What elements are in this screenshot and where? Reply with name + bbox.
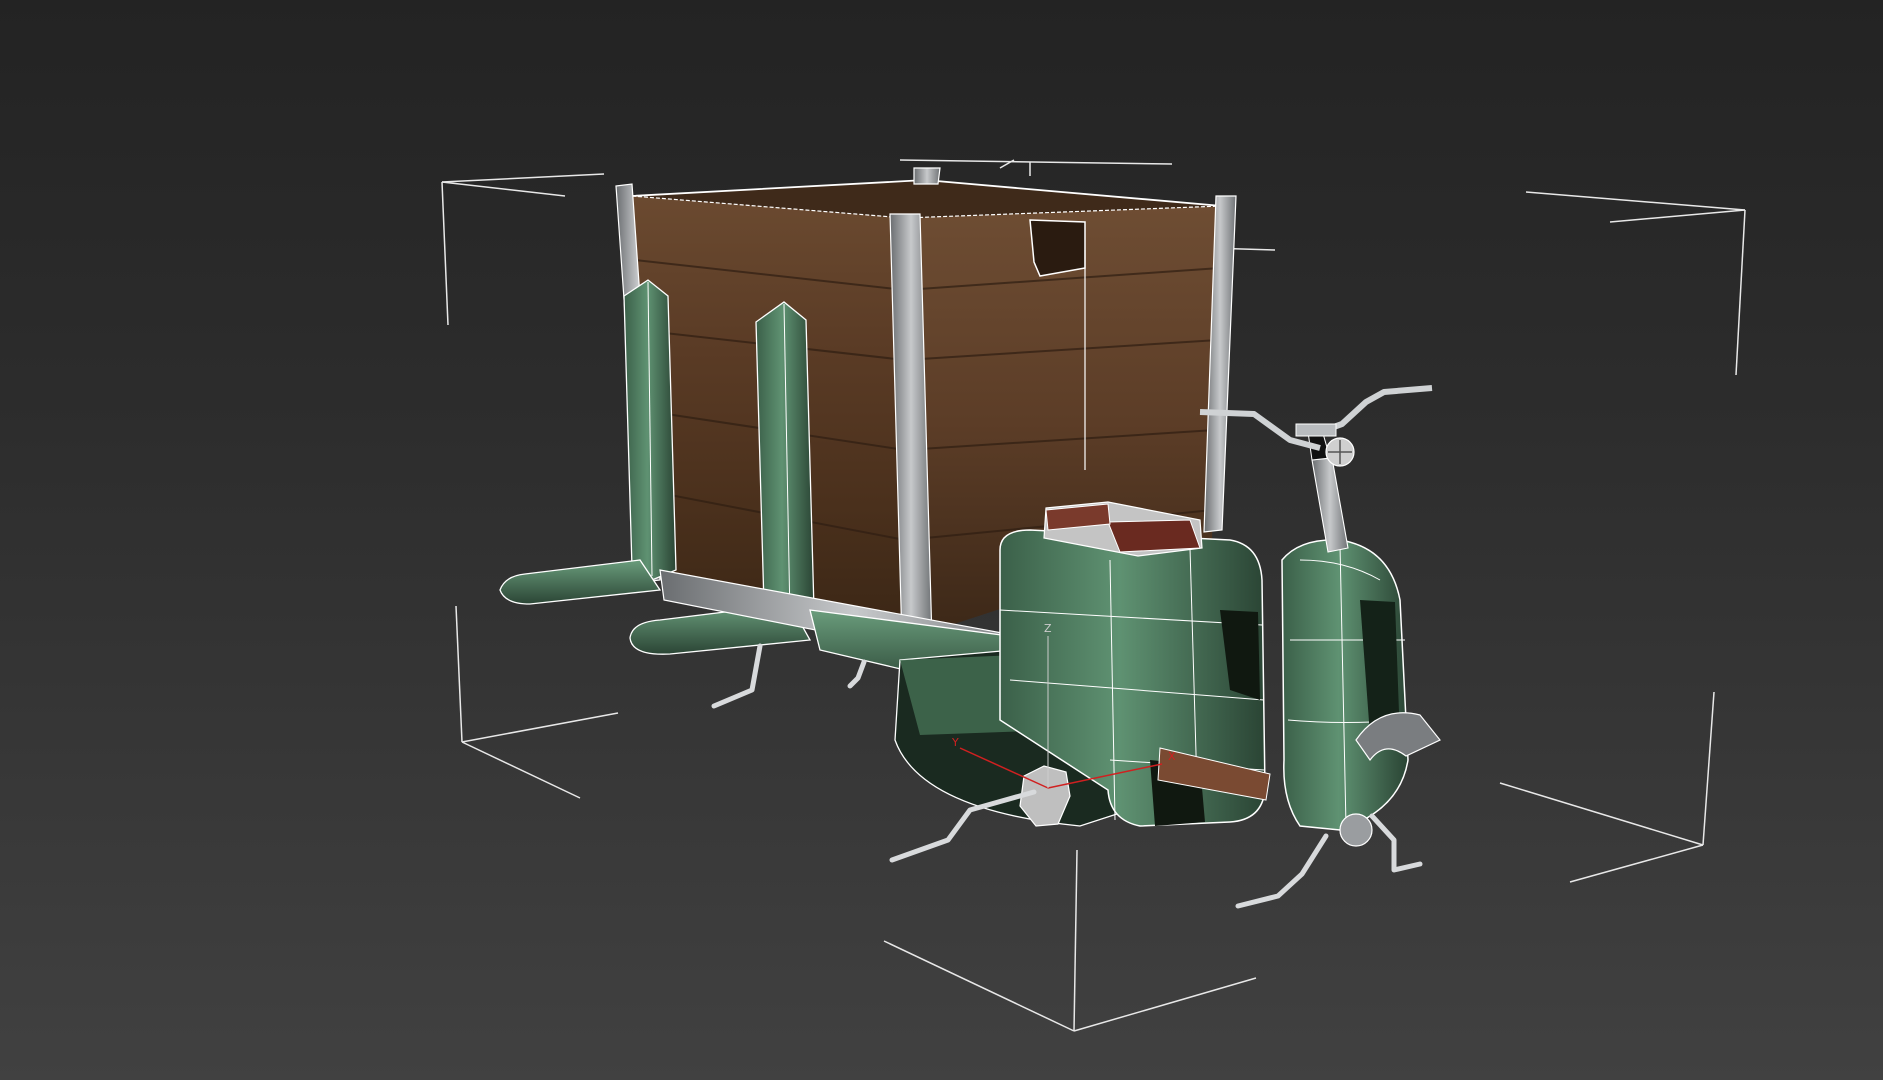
left-fork-arm[interactable] bbox=[499, 279, 677, 605]
viewport-scene[interactable]: X Y Z bbox=[0, 0, 1883, 1080]
crate-notch bbox=[1029, 219, 1086, 277]
3d-viewport[interactable]: X Y Z bbox=[0, 0, 1883, 1080]
gizmo-x-label: X bbox=[1168, 750, 1176, 763]
handlebar-right[interactable] bbox=[1318, 385, 1433, 435]
gizmo-z-label: Z bbox=[1044, 622, 1052, 635]
crate-post-back bbox=[913, 167, 941, 185]
gizmo-y-label: Y bbox=[951, 736, 959, 749]
